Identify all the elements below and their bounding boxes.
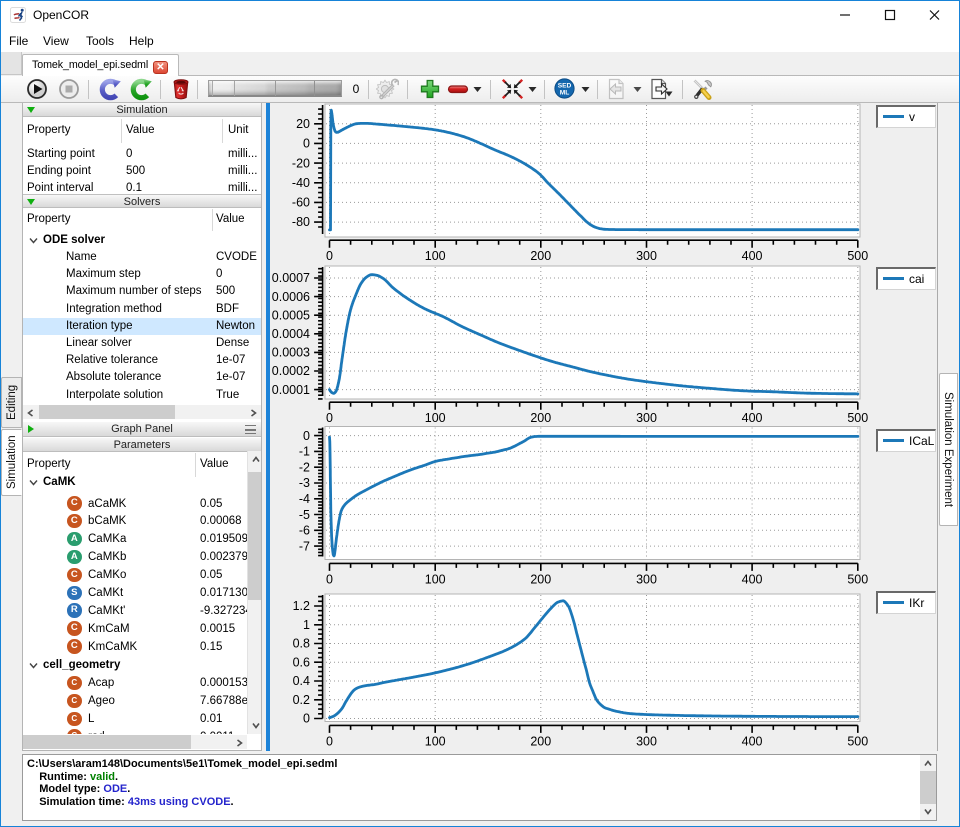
- svg-text:-80: -80: [292, 215, 310, 229]
- svg-text:-6: -6: [299, 524, 310, 538]
- svg-text:-2: -2: [299, 460, 310, 474]
- svg-text:400: 400: [742, 573, 763, 587]
- svg-text:0: 0: [326, 573, 333, 587]
- svg-text:-5: -5: [299, 508, 310, 522]
- svg-text:0.0001: 0.0001: [272, 383, 310, 397]
- svg-text:-40: -40: [292, 176, 310, 190]
- svg-text:0.8: 0.8: [293, 637, 310, 651]
- svg-text:-3: -3: [299, 476, 310, 490]
- svg-text:0: 0: [303, 429, 310, 443]
- svg-text:500: 500: [847, 249, 868, 263]
- svg-text:0.2: 0.2: [293, 693, 310, 707]
- svg-text:20: 20: [296, 117, 310, 131]
- svg-text:300: 300: [636, 249, 657, 263]
- svg-text:400: 400: [742, 249, 763, 263]
- svg-text:300: 300: [636, 735, 657, 749]
- svg-text:200: 200: [530, 573, 551, 587]
- svg-text:0.0005: 0.0005: [272, 308, 310, 322]
- svg-text:100: 100: [425, 411, 446, 425]
- svg-text:500: 500: [847, 573, 868, 587]
- svg-text:0.0006: 0.0006: [272, 290, 310, 304]
- svg-text:200: 200: [530, 411, 551, 425]
- svg-text:0.0004: 0.0004: [272, 327, 310, 341]
- svg-text:0: 0: [303, 137, 310, 151]
- svg-text:0.0002: 0.0002: [272, 364, 310, 378]
- svg-text:1: 1: [303, 618, 310, 632]
- svg-text:-60: -60: [292, 196, 310, 210]
- svg-text:0.6: 0.6: [293, 656, 310, 670]
- svg-text:100: 100: [425, 573, 446, 587]
- svg-text:200: 200: [530, 735, 551, 749]
- svg-text:0: 0: [326, 411, 333, 425]
- svg-text:ML: ML: [560, 90, 570, 97]
- svg-text:300: 300: [636, 411, 657, 425]
- svg-text:100: 100: [425, 249, 446, 263]
- svg-text:-1: -1: [299, 445, 310, 459]
- svg-text:-4: -4: [299, 492, 310, 506]
- svg-text:400: 400: [742, 411, 763, 425]
- svg-text:-7: -7: [299, 539, 310, 553]
- svg-text:0.0003: 0.0003: [272, 346, 310, 360]
- svg-text:300: 300: [636, 573, 657, 587]
- svg-text:SED: SED: [558, 83, 572, 90]
- svg-text:500: 500: [847, 411, 868, 425]
- svg-text:0: 0: [326, 735, 333, 749]
- svg-text:1.2: 1.2: [293, 599, 310, 613]
- svg-text:0: 0: [326, 249, 333, 263]
- svg-text:0: 0: [303, 712, 310, 726]
- svg-text:200: 200: [530, 249, 551, 263]
- svg-text:0.0007: 0.0007: [272, 271, 310, 285]
- svg-text:0.4: 0.4: [293, 674, 310, 688]
- svg-text:-20: -20: [292, 156, 310, 170]
- svg-text:500: 500: [847, 735, 868, 749]
- svg-text:100: 100: [425, 735, 446, 749]
- svg-text:400: 400: [742, 735, 763, 749]
